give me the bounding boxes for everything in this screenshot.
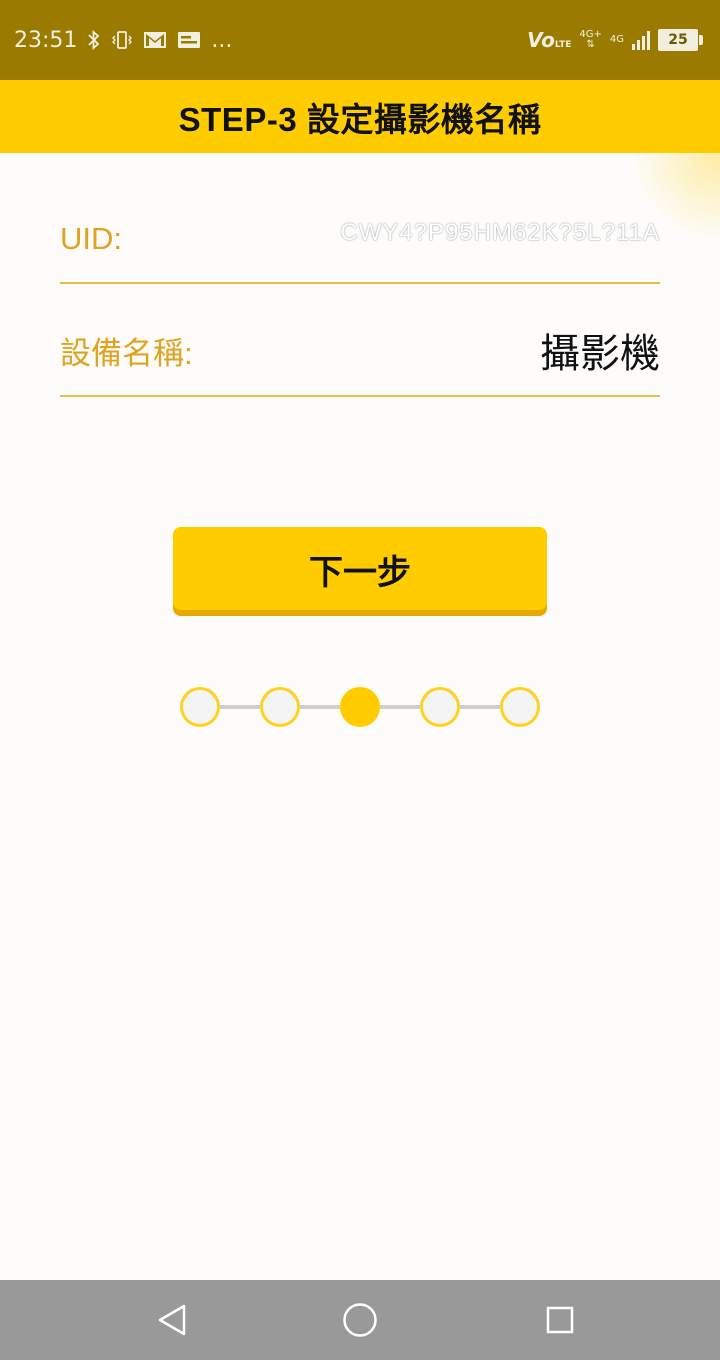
device-name-input[interactable]: 攝影機 xyxy=(540,321,660,379)
page-header: STEP-3 設定攝影機名稱 xyxy=(0,80,720,153)
battery-icon: 25 xyxy=(658,29,703,51)
uid-row: UID: CWY4?P95HM62K?5L?11A xyxy=(60,196,660,284)
uid-label: UID: xyxy=(60,221,122,256)
step-dot-5 xyxy=(500,687,540,727)
status-right: VoLTE 4G+ ⇅ 4G 25 xyxy=(527,28,703,52)
network-4g: 4G xyxy=(609,34,624,45)
step-connector xyxy=(300,705,340,709)
next-button-label: 下一步 xyxy=(309,554,411,592)
device-name-row[interactable]: 設備名稱: 攝影機 xyxy=(60,305,660,397)
recents-icon[interactable] xyxy=(542,1302,578,1338)
step-connector xyxy=(380,705,420,709)
back-icon[interactable] xyxy=(154,1302,190,1338)
step-connector xyxy=(460,705,500,709)
message-icon xyxy=(177,30,201,50)
step-dot-3 xyxy=(340,687,380,727)
uid-value: CWY4?P95HM62K?5L?11A xyxy=(340,219,660,246)
status-more: ... xyxy=(211,27,233,53)
vibrate-icon xyxy=(111,30,133,50)
bluetooth-icon xyxy=(87,30,101,50)
device-name-label: 設備名稱: xyxy=(60,335,193,371)
home-icon[interactable] xyxy=(342,1302,378,1338)
status-left: 23:51 ... xyxy=(14,28,232,53)
next-button[interactable]: 下一步 xyxy=(173,527,547,616)
status-bar: 23:51 ... VoLTE 4G+ ⇅ 4G 25 xyxy=(0,0,720,80)
status-time: 23:51 xyxy=(14,27,78,53)
system-nav-bar xyxy=(0,1280,720,1360)
signal-icon xyxy=(632,30,650,50)
step-dot-1 xyxy=(180,687,220,727)
step-dot-2 xyxy=(260,687,300,727)
step-indicator xyxy=(180,687,540,727)
volte-indicator: VoLTE xyxy=(527,28,572,52)
page-title: STEP-3 設定攝影機名稱 xyxy=(178,100,542,138)
network-4g-plus: 4G+ ⇅ xyxy=(579,29,602,50)
step-dot-4 xyxy=(420,687,460,727)
gmail-icon xyxy=(143,30,167,50)
step-connector xyxy=(220,705,260,709)
